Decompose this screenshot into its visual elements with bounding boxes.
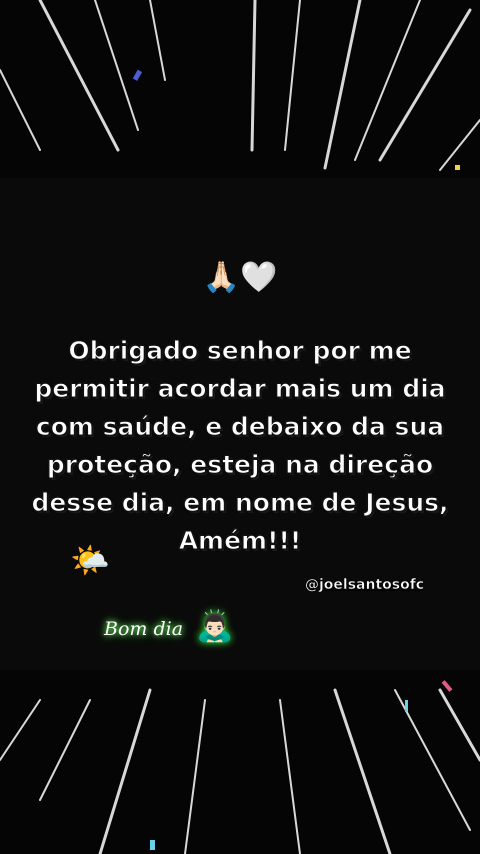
greeting-text: Bom dia xyxy=(104,618,184,640)
message-text: Obrigado senhor por me permitir acordar … xyxy=(31,336,449,556)
praying-hands-heart-icon: 🙏🏻🤍 xyxy=(202,260,278,295)
sun-behind-cloud-icon: 🌤️ xyxy=(70,541,110,579)
author-handle[interactable]: @joelsantosofc xyxy=(305,577,425,594)
bowing-man-icon: 🙇🏻‍♂️ xyxy=(196,609,234,644)
